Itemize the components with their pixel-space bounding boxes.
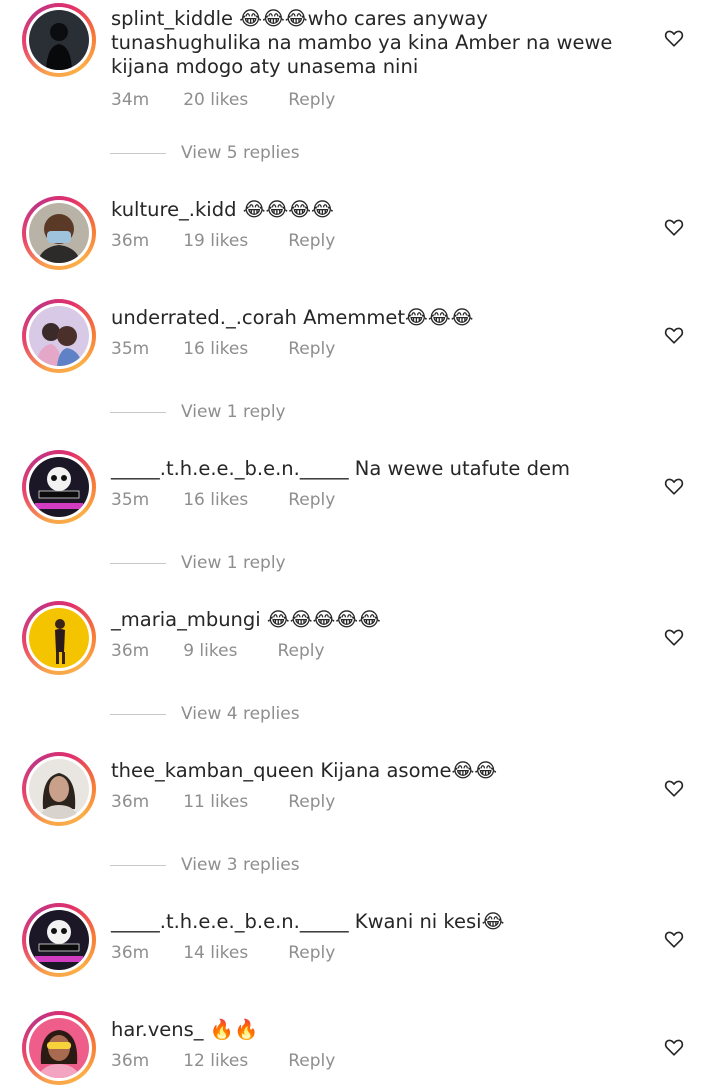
comment-text: thee_kamban_queen Kijana asome😂😂 [111,759,631,783]
heart-icon[interactable] [663,27,685,49]
comment-time: 36m [111,231,150,251]
view-replies-button[interactable]: View 5 replies [110,143,300,163]
reply-button[interactable]: Reply [288,792,335,812]
comment-text: underrated._.corah Amemmet😂😂😂 [111,306,631,330]
avatar[interactable] [22,601,96,675]
avatar[interactable] [22,299,96,373]
comment-likes[interactable]: 16 likes [183,490,248,510]
heart-icon[interactable] [663,928,685,950]
comment-text: splint_kiddle 😂😂😂who cares anyway tunash… [111,7,631,79]
comment-time: 36m [111,641,150,661]
view-replies-label: View 3 replies [181,855,300,875]
reply-button[interactable]: Reply [277,641,324,661]
comment-body: 🔥🔥 [209,1018,259,1041]
view-replies-button[interactable]: View 1 reply [110,402,286,422]
comment-time: 35m [111,339,150,359]
comment-likes[interactable]: 11 likes [183,792,248,812]
comment-meta: 35m 16 likes Reply [111,339,335,359]
comment-time: 36m [111,792,150,812]
reply-button[interactable]: Reply [288,1051,335,1071]
comment-meta: 36m 19 likes Reply [111,231,335,251]
divider [110,864,166,866]
comment-meta: 36m 9 likes Reply [111,641,325,661]
comment-likes[interactable]: 16 likes [183,339,248,359]
reply-button[interactable]: Reply [288,231,335,251]
avatar[interactable] [22,752,96,826]
reply-button[interactable]: Reply [288,943,335,963]
comment-username[interactable]: _____.t.h.e.e._b.e.n._____ [111,910,349,933]
reply-button[interactable]: Reply [288,90,335,110]
view-replies-label: View 5 replies [181,143,300,163]
divider [110,152,166,154]
comment-text: _____.t.h.e.e._b.e.n._____ Na wewe utafu… [111,457,631,481]
heart-icon[interactable] [663,777,685,799]
comment-username[interactable]: har.vens_ [111,1018,204,1041]
comment-likes[interactable]: 14 likes [183,943,248,963]
comment-text: _____.t.h.e.e._b.e.n._____ Kwani ni kesi… [111,910,631,934]
comment-body: 😂😂😂😂😂 [266,608,381,631]
comment-likes[interactable]: 20 likes [183,90,248,110]
comment-likes[interactable]: 19 likes [183,231,248,251]
comment-time: 36m [111,943,150,963]
comment-body: Na wewe utafute dem [354,457,570,480]
comment-meta: 36m 12 likes Reply [111,1051,335,1071]
heart-icon[interactable] [663,475,685,497]
reply-button[interactable]: Reply [288,490,335,510]
comment-username[interactable]: underrated._.corah [111,306,297,329]
view-replies-button[interactable]: View 4 replies [110,704,300,724]
avatar[interactable] [22,450,96,524]
view-replies-button[interactable]: View 3 replies [110,855,300,875]
avatar[interactable] [22,1011,96,1085]
divider [110,562,166,564]
view-replies-label: View 1 reply [181,553,286,573]
view-replies-label: View 1 reply [181,402,286,422]
comment-time: 34m [111,90,150,110]
reply-button[interactable]: Reply [288,339,335,359]
comment-likes[interactable]: 12 likes [183,1051,248,1071]
comment-username[interactable]: splint_kiddle [111,7,233,30]
comment-meta: 36m 11 likes Reply [111,792,335,812]
heart-icon[interactable] [663,626,685,648]
comment-meta: 36m 14 likes Reply [111,943,335,963]
comment-likes[interactable]: 9 likes [183,641,237,661]
avatar[interactable] [22,3,96,77]
comment-text: kulture_.kidd 😂😂😂😂 [111,198,631,222]
heart-icon[interactable] [663,324,685,346]
divider [110,713,166,715]
comment-username[interactable]: _____.t.h.e.e._b.e.n._____ [111,457,349,480]
comment-meta: 34m 20 likes Reply [111,90,335,110]
comment-body: Kwani ni kesi😂 [354,910,505,933]
comment-username[interactable]: thee_kamban_queen [111,759,314,782]
avatar[interactable] [22,903,96,977]
comment-username[interactable]: kulture_.kidd [111,198,236,221]
view-replies-button[interactable]: View 1 reply [110,553,286,573]
heart-icon[interactable] [663,1036,685,1058]
comment-body: 😂😂😂😂 [242,198,334,221]
comment-meta: 35m 16 likes Reply [111,490,335,510]
comment-username[interactable]: _maria_mbungi [111,608,261,631]
comment-body: Kijana asome😂😂 [320,759,498,782]
comment-time: 35m [111,490,150,510]
heart-icon[interactable] [663,216,685,238]
comment-body: Amemmet😂😂😂 [303,306,474,329]
comment-time: 36m [111,1051,150,1071]
comment-text: har.vens_ 🔥🔥 [111,1018,631,1042]
view-replies-label: View 4 replies [181,704,300,724]
avatar[interactable] [22,196,96,270]
comment-text: _maria_mbungi 😂😂😂😂😂 [111,608,631,632]
divider [110,411,166,413]
